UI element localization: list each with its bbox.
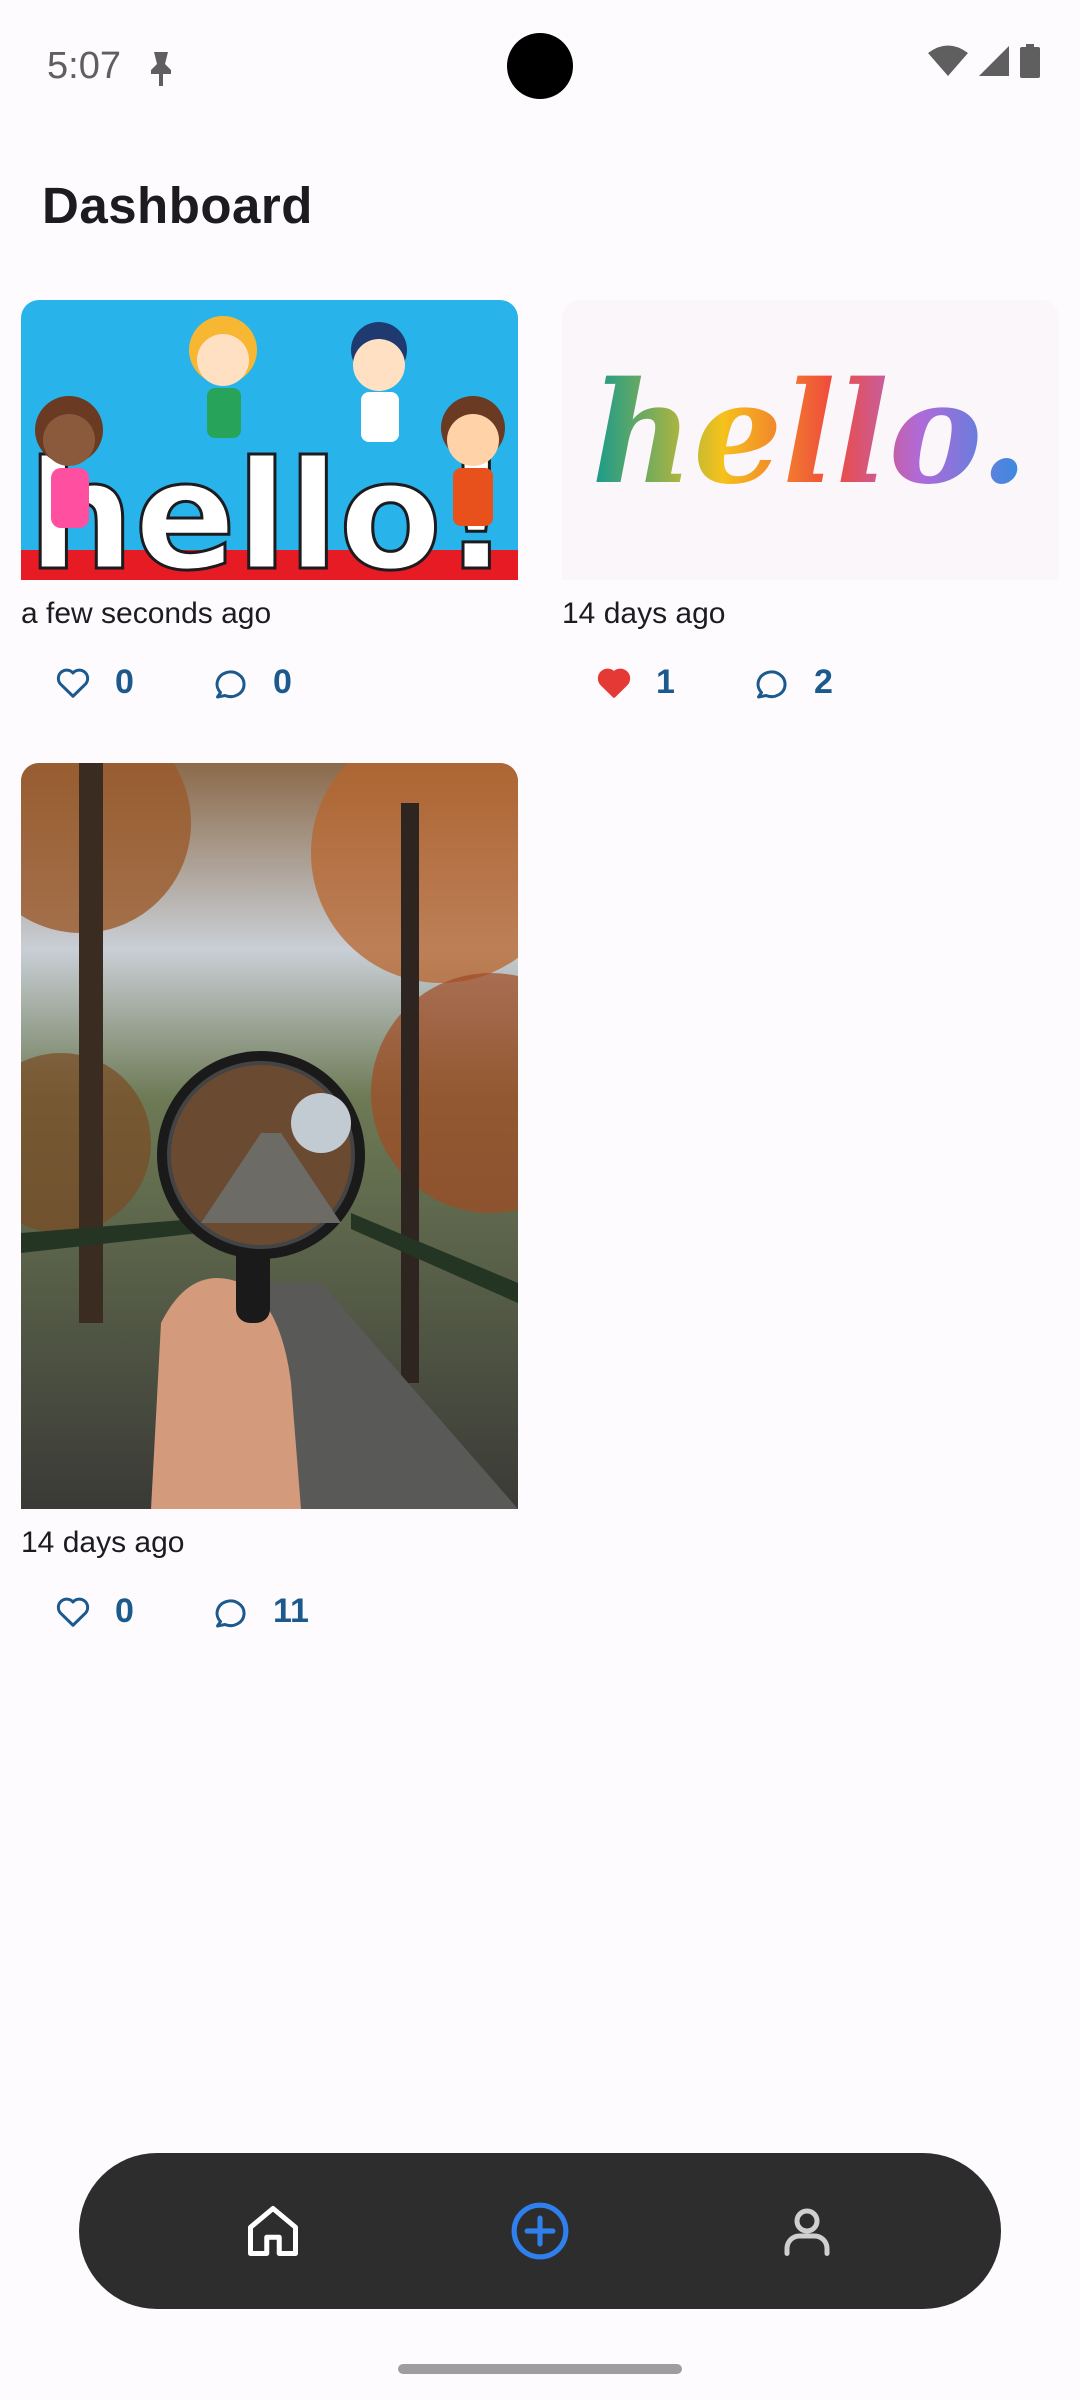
- wifi-icon: [928, 45, 968, 76]
- nav-home-button[interactable]: [231, 2189, 315, 2273]
- lock-icon: [151, 52, 171, 86]
- bottom-navigation-bar: [79, 2153, 1001, 2309]
- svg-text:hello.: hello.: [592, 352, 1029, 516]
- comment-icon: [215, 670, 246, 699]
- post-timestamp: 14 days ago: [21, 1526, 185, 1559]
- gesture-home-indicator[interactable]: [398, 2364, 682, 2374]
- heart-outline-icon: [56, 668, 90, 698]
- magnifying-glass-autumn-path-image: [21, 763, 518, 1509]
- home-icon: [248, 2206, 298, 2256]
- like-count: 0: [115, 1591, 134, 1630]
- signal-icon: [979, 46, 1009, 76]
- post-timestamp: a few seconds ago: [21, 597, 272, 630]
- post-image[interactable]: [21, 763, 518, 1509]
- post-actions: 0 0: [21, 656, 518, 708]
- like-count: 1: [656, 662, 675, 701]
- heart-outline-icon: [56, 1597, 90, 1627]
- front-camera: [507, 33, 573, 99]
- hello-kids-cartoon-image: hello!: [21, 300, 518, 580]
- heart-filled-icon: [597, 668, 631, 698]
- battery-icon: [1020, 44, 1040, 78]
- hello-rainbow-script-image: hello.: [562, 300, 1059, 580]
- like-button[interactable]: 1: [562, 663, 720, 702]
- comment-button[interactable]: 11: [179, 1592, 337, 1631]
- post-card[interactable]: hello! a few seconds ago 0 0: [21, 300, 518, 708]
- like-button[interactable]: 0: [21, 663, 179, 702]
- post-image[interactable]: hello!: [21, 300, 518, 580]
- profile-icon: [784, 2208, 830, 2256]
- post-timestamp: 14 days ago: [562, 597, 726, 630]
- like-count: 0: [115, 662, 134, 701]
- nav-profile-button[interactable]: [765, 2189, 849, 2273]
- comment-count: 2: [814, 662, 833, 701]
- status-icons: [928, 44, 1040, 78]
- post-actions: 0 11: [21, 1585, 518, 1637]
- comment-icon: [756, 670, 787, 699]
- svg-text:hello!: hello!: [28, 430, 511, 580]
- like-button[interactable]: 0: [21, 1592, 179, 1631]
- comment-count: 0: [273, 662, 292, 701]
- nav-add-post-button[interactable]: [498, 2189, 582, 2273]
- post-image[interactable]: hello.: [562, 300, 1059, 580]
- post-actions: 1 2: [562, 656, 1059, 708]
- status-bar: 5:07: [0, 0, 1080, 132]
- comment-count: 11: [273, 1591, 309, 1630]
- comment-button[interactable]: 2: [720, 663, 878, 702]
- status-time: 5:07: [47, 45, 121, 87]
- comment-button[interactable]: 0: [179, 663, 337, 702]
- add-post-icon: [511, 2202, 569, 2260]
- post-card[interactable]: 14 days ago 0 11: [21, 763, 518, 1637]
- post-card[interactable]: hello. 14 days ago 1 2: [562, 300, 1059, 708]
- comment-icon: [215, 1599, 246, 1628]
- page-title: Dashboard: [42, 177, 313, 234]
